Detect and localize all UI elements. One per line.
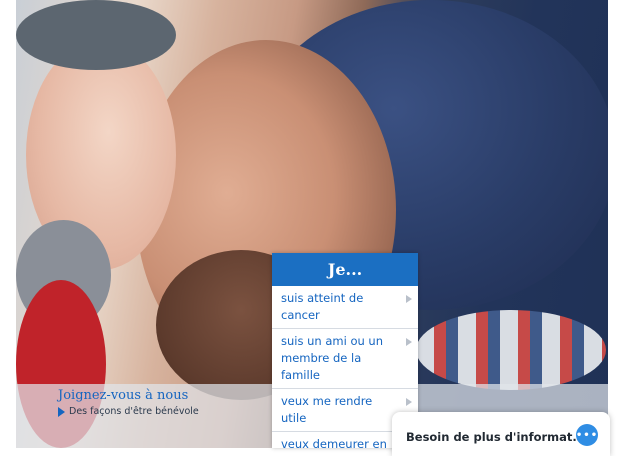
menu-header: Je... (272, 253, 418, 286)
arrow-right-icon (406, 295, 412, 303)
arrow-right-icon (58, 406, 65, 417)
plaid-shirt (416, 310, 606, 390)
volunteer-sub-link[interactable]: Des façons d'être bénévole (58, 406, 199, 417)
child-hat (16, 0, 176, 70)
menu-item-label: suis atteint de cancer (281, 291, 364, 322)
help-label: Besoin de plus d'informat... (406, 430, 586, 444)
menu-item-label: veux demeurer en santé (281, 437, 387, 448)
volunteer-subtitle: Des façons d'être bénévole (69, 406, 199, 417)
help-chat-widget[interactable]: Besoin de plus d'informat... ••• (392, 412, 610, 456)
arrow-right-icon (406, 338, 412, 346)
menu-item-label: suis un ami ou un membre de la famille (281, 334, 384, 382)
menu-item-cancer[interactable]: suis atteint de cancer (272, 286, 418, 329)
menu-item-label: veux me rendre utile (281, 394, 373, 425)
arrow-right-icon (406, 398, 412, 406)
chat-bubble-icon[interactable]: ••• (576, 424, 598, 446)
volunteer-link[interactable]: Joignez-vous à nous (58, 388, 188, 403)
menu-item-family[interactable]: suis un ami ou un membre de la famille (272, 329, 418, 389)
